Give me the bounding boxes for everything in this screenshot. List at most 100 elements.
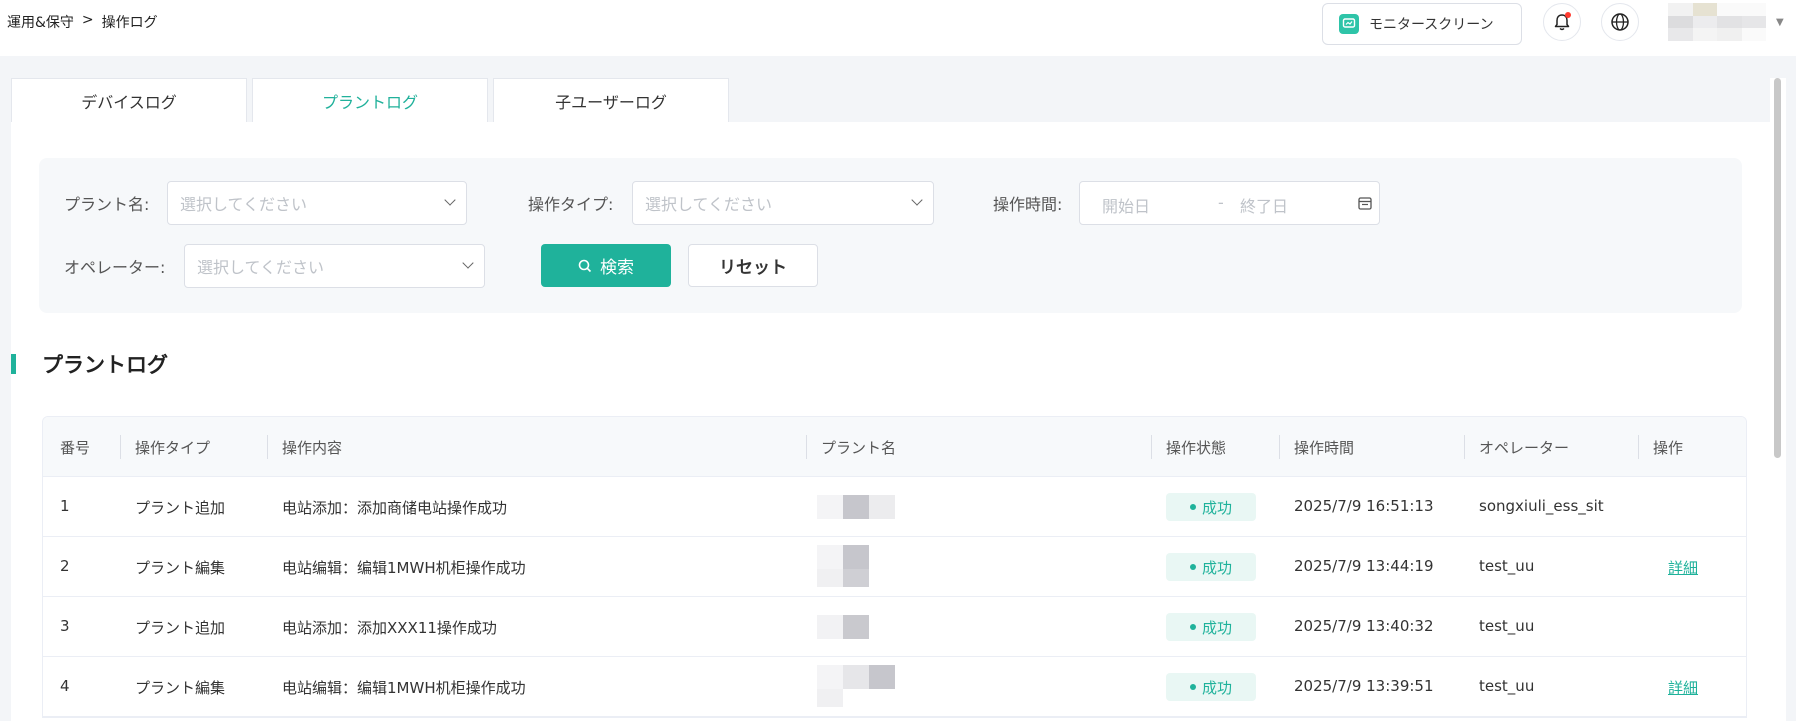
operator-select[interactable]: 選択してください <box>184 244 485 288</box>
tab-device-log[interactable]: デバイスログ <box>11 78 247 122</box>
notification-button[interactable] <box>1543 3 1581 41</box>
calendar-icon <box>1358 197 1372 210</box>
cell-operator: test_uu <box>1479 677 1535 695</box>
status-badge: 成功 <box>1166 613 1256 641</box>
breadcrumb-separator: > <box>81 12 94 28</box>
status-text: 成功 <box>1201 498 1232 517</box>
column-header-operator: オペレーター <box>1479 439 1570 457</box>
cell-operation-type: プラント編集 <box>135 679 226 697</box>
operation-time-label: 操作時間: <box>993 195 1063 214</box>
plant-name-select[interactable]: 選択してください <box>167 181 467 225</box>
cell-operation-type: プラント追加 <box>135 499 226 517</box>
column-header-number: 番号 <box>60 439 91 457</box>
cell-operation-time: 2025/7/9 16:51:13 <box>1294 497 1434 515</box>
cell-number: 1 <box>60 497 70 515</box>
cell-operation-time: 2025/7/9 13:40:32 <box>1294 617 1434 635</box>
end-date-placeholder[interactable]: 終了日 <box>1240 193 1288 217</box>
reset-button[interactable]: リセット <box>688 244 818 287</box>
section-accent-bar <box>11 354 16 374</box>
scrollbar[interactable] <box>1770 78 1786 721</box>
operation-time-range[interactable]: 開始日 - 終了日 <box>1079 181 1380 225</box>
chevron-down-icon <box>444 194 456 206</box>
tab-plant-log[interactable]: プラントログ <box>252 78 488 122</box>
status-badge: 成功 <box>1166 493 1256 521</box>
plant-name-placeholder: 選択してください <box>180 195 308 214</box>
cell-operation-content: 电站编辑：编辑1MWH机柜操作成功 <box>282 559 526 577</box>
operator-placeholder: 選択してください <box>197 258 325 277</box>
monitor-screen-label: モニタースクリーン <box>1369 17 1494 33</box>
user-menu-chevron-icon[interactable]: ▼ <box>1776 17 1784 28</box>
tab-sub-user-log[interactable]: 子ユーザーログ <box>493 78 729 122</box>
cell-operator: test_uu <box>1479 617 1535 635</box>
search-icon <box>578 259 592 272</box>
plant-name-redacted-image <box>817 537 921 597</box>
search-button-label: 検索 <box>600 258 634 278</box>
avatar[interactable] <box>1668 3 1766 41</box>
main-panel: デバイスログ プラントログ 子ユーザーログ プラント名: 選択してください 操作… <box>11 78 1770 721</box>
column-divider <box>1638 435 1639 459</box>
column-header-operation-content: 操作内容 <box>282 439 343 457</box>
scrollbar-thumb[interactable] <box>1774 78 1781 458</box>
column-header-plant-name: プラント名 <box>821 439 897 457</box>
detail-link[interactable]: 詳細 <box>1668 677 1698 698</box>
cell-operator: test_uu <box>1479 557 1535 575</box>
detail-link[interactable]: 詳細 <box>1668 557 1698 578</box>
plant-log-table: 番号 操作タイプ 操作内容 プラント名 操作状態 操作時間 オペレーター 操作 … <box>42 416 1747 718</box>
language-button[interactable] <box>1601 3 1639 41</box>
globe-icon <box>1611 13 1629 31</box>
table-row: 3 プラント追加 电站添加：添加XXX11操作成功 成功 2025/7/9 13… <box>43 597 1746 657</box>
operator-label: オペレーター: <box>64 258 166 277</box>
status-badge: 成功 <box>1166 553 1256 581</box>
column-divider <box>267 435 268 459</box>
cell-number: 2 <box>60 557 70 575</box>
status-badge: 成功 <box>1166 673 1256 701</box>
status-text: 成功 <box>1201 618 1232 637</box>
cell-number: 4 <box>60 677 70 695</box>
section-title: プラントログ <box>42 353 168 377</box>
monitor-screen-button[interactable]: モニタースクリーン <box>1322 3 1522 45</box>
column-divider <box>1279 435 1280 459</box>
column-divider <box>1151 435 1152 459</box>
breadcrumb: 運用&保守 > 操作ログ <box>7 12 158 32</box>
column-header-status: 操作状態 <box>1166 439 1227 457</box>
operation-type-select[interactable]: 選択してください <box>632 181 934 225</box>
breadcrumb-current: 操作ログ <box>101 15 158 31</box>
breadcrumb-parent[interactable]: 運用&保守 <box>7 12 74 32</box>
status-text: 成功 <box>1201 678 1232 697</box>
notification-dot <box>1565 12 1571 18</box>
table-row: 2 プラント編集 电站编辑：编辑1MWH机柜操作成功 成功 2025/7/9 1… <box>43 537 1746 597</box>
column-header-time: 操作時間 <box>1294 439 1355 457</box>
plant-name-label: プラント名: <box>64 195 150 214</box>
column-header-operation-type: 操作タイプ <box>135 439 211 457</box>
column-header-action: 操作 <box>1653 439 1684 457</box>
chevron-down-icon <box>462 257 474 269</box>
status-dot <box>1189 564 1196 570</box>
operation-type-label: 操作タイプ: <box>528 195 614 214</box>
cell-operation-content: 电站添加：添加商储电站操作成功 <box>282 499 508 517</box>
cell-operator: songxiuli_ess_sit <box>1479 497 1604 515</box>
column-divider <box>120 435 121 459</box>
column-divider <box>1464 435 1465 459</box>
status-dot <box>1189 504 1196 510</box>
cell-number: 3 <box>60 617 70 635</box>
cell-operation-type: プラント編集 <box>135 559 226 577</box>
chevron-down-icon <box>911 194 923 206</box>
cell-operation-type: プラント追加 <box>135 619 226 637</box>
column-divider <box>806 435 807 459</box>
plant-name-redacted-image <box>817 477 921 537</box>
tabs-bar: デバイスログ プラントログ 子ユーザーログ <box>11 78 1770 122</box>
plant-name-redacted-image <box>817 657 921 717</box>
plant-name-redacted-image <box>817 597 921 657</box>
cell-operation-time: 2025/7/9 13:39:51 <box>1294 677 1434 695</box>
top-header: 運用&保守 > 操作ログ モニタースクリーン ▼ <box>0 0 1796 56</box>
status-text: 成功 <box>1201 558 1232 577</box>
operation-type-placeholder: 選択してください <box>645 195 773 214</box>
cell-operation-content: 电站编辑：编辑1MWH机柜操作成功 <box>282 679 526 697</box>
search-button[interactable]: 検索 <box>541 244 671 287</box>
status-dot <box>1189 684 1196 690</box>
table-row: 4 プラント編集 电站编辑：编辑1MWH机柜操作成功 成功 2025/7/9 1… <box>43 657 1746 717</box>
start-date-placeholder[interactable]: 開始日 <box>1102 193 1150 217</box>
range-separator: - <box>1218 193 1224 212</box>
cell-operation-time: 2025/7/9 13:44:19 <box>1294 557 1434 575</box>
cell-operation-content: 电站添加：添加XXX11操作成功 <box>282 619 497 637</box>
